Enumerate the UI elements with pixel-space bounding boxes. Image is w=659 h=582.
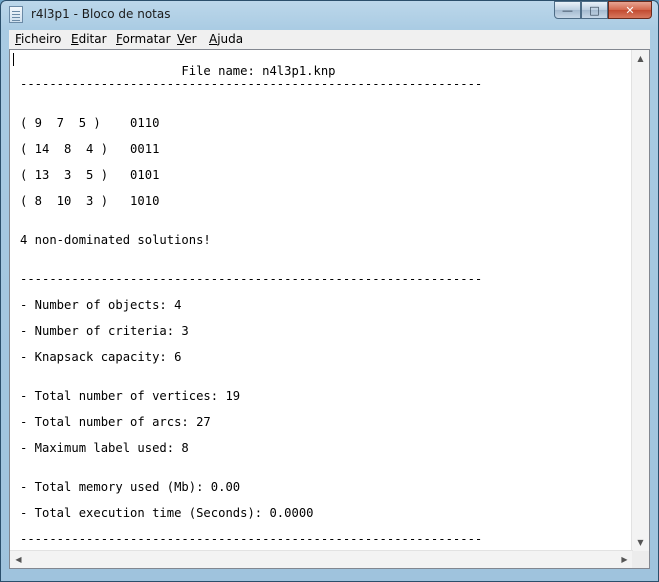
stat-line: - Number of criteria: 3	[20, 324, 189, 338]
scroll-right-icon[interactable]: ▶	[616, 551, 633, 568]
close-icon: ✕	[625, 3, 635, 17]
horizontal-scrollbar[interactable]: ◀ ▶	[10, 550, 633, 568]
solution-line: ( 8 10 3 ) 1010	[20, 194, 160, 208]
vertical-scrollbar[interactable]: ▲ ▼	[631, 50, 649, 551]
scroll-left-icon[interactable]: ◀	[10, 551, 27, 568]
menu-ficheiro[interactable]: Ficheiro	[15, 32, 61, 46]
separator-line: ----------------------------------------…	[20, 77, 483, 91]
notepad-app-icon[interactable]	[9, 6, 23, 23]
minimize-icon: —	[562, 3, 573, 17]
menu-ver[interactable]: Ver	[177, 32, 197, 46]
maximize-button[interactable]: □	[581, 1, 608, 19]
stat-line: - Total execution time (Seconds): 0.0000	[20, 506, 314, 520]
stat-line: - Total number of arcs: 27	[20, 415, 211, 429]
solutions-count-line: 4 non-dominated solutions!	[20, 233, 211, 247]
solution-line: ( 13 3 5 ) 0101	[20, 168, 160, 182]
maximize-icon: □	[589, 3, 600, 17]
minimize-button[interactable]: —	[554, 1, 581, 19]
text-caret	[13, 53, 14, 66]
notepad-window: r4l3p1 - Bloco de notas — □ ✕ Ficheiro E…	[0, 0, 659, 582]
scroll-up-icon[interactable]: ▲	[632, 50, 649, 67]
title-bar[interactable]: r4l3p1 - Bloco de notas — □ ✕	[1, 1, 658, 29]
scroll-down-icon[interactable]: ▼	[632, 534, 649, 551]
menu-editar[interactable]: Editar	[71, 32, 107, 46]
close-button[interactable]: ✕	[608, 1, 652, 19]
menu-formatar[interactable]: Formatar	[116, 32, 171, 46]
scrollbar-corner	[632, 551, 649, 568]
stat-line: - Maximum label used: 8	[20, 441, 189, 455]
separator-line: ----------------------------------------…	[20, 272, 483, 286]
stat-line: - Knapsack capacity: 6	[20, 350, 182, 364]
file-name-line: File name: n4l3p1.knp	[20, 64, 336, 78]
menu-ajuda[interactable]: Ajuda	[209, 32, 243, 46]
solution-line: ( 14 8 4 ) 0011	[20, 142, 160, 156]
solution-line: ( 9 7 5 ) 0110	[20, 116, 160, 130]
separator-line: ----------------------------------------…	[20, 532, 483, 546]
stat-line: - Total memory used (Mb): 0.00	[20, 480, 241, 494]
caption-buttons: — □ ✕	[554, 1, 652, 21]
menu-bar: Ficheiro Editar Formatar Ver Ajuda	[9, 30, 650, 50]
stat-line: - Total number of vertices: 19	[20, 389, 241, 403]
text-area[interactable]: File name: n4l3p1.knp ------------------…	[10, 50, 633, 551]
window-title: r4l3p1 - Bloco de notas	[31, 7, 171, 21]
text-editor[interactable]: File name: n4l3p1.knp ------------------…	[9, 49, 650, 569]
stat-line: - Number of objects: 4	[20, 298, 182, 312]
